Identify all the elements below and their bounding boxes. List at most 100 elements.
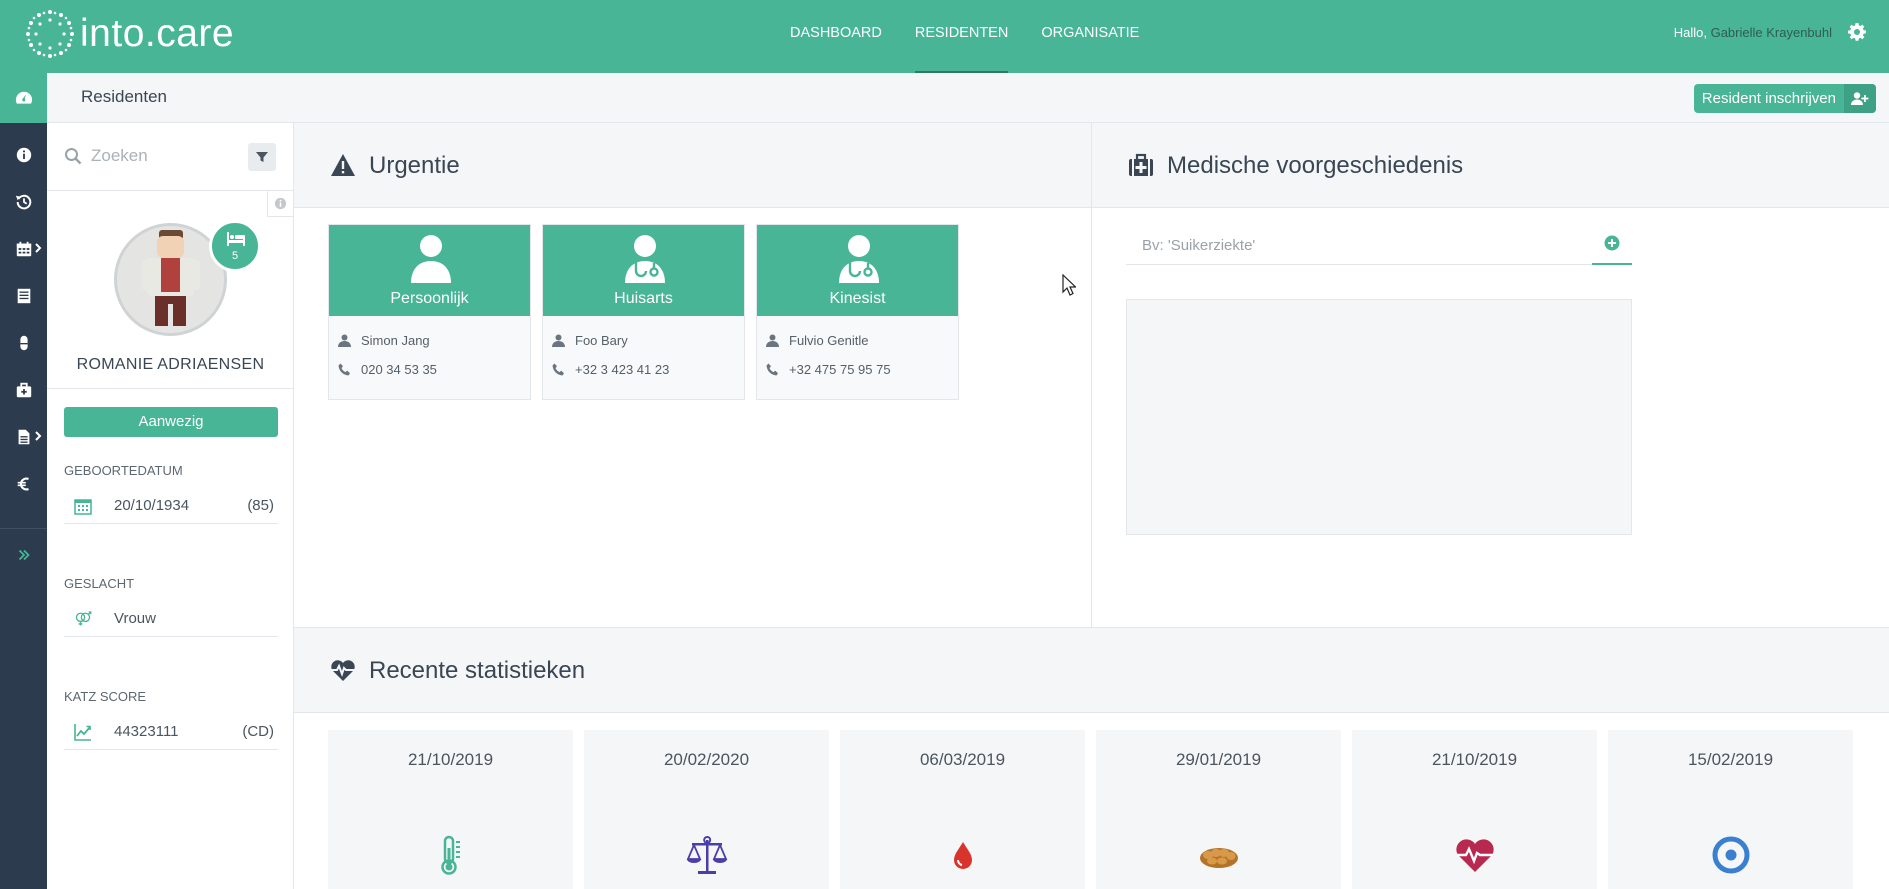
recent-stats-panel: Recente statistieken 21/10/2019 20/02/20… [294, 628, 1889, 889]
stat-date: 21/10/2019 [407, 750, 494, 769]
gender-icon [75, 611, 92, 626]
stat-date: 06/03/2019 [919, 750, 1006, 769]
stat-date: 21/10/2019 [1431, 750, 1518, 769]
stat-card-heart[interactable]: 21/10/2019 [1352, 730, 1597, 889]
warning-icon [331, 154, 355, 176]
rail-calendar[interactable] [0, 229, 47, 269]
stat-date: 29/01/2019 [1175, 750, 1262, 769]
dashboard-icon [15, 91, 32, 104]
katz-row: 44323111 (CD) [64, 714, 278, 750]
gender-value: Vrouw [114, 610, 156, 627]
gender-row: Vrouw [64, 601, 278, 637]
rail-dashboard[interactable] [0, 73, 47, 123]
info-tab[interactable] [267, 191, 294, 217]
scale-icon [686, 836, 728, 874]
search-input[interactable]: Zoeken [91, 146, 148, 166]
rail-medkit[interactable] [0, 370, 47, 410]
expand-icon [18, 549, 30, 561]
thermometer-icon [441, 835, 460, 875]
age-value: (85) [247, 497, 274, 514]
medical-history-input[interactable]: Bv: 'Suikerziekte' [1126, 223, 1632, 265]
nav-organisatie[interactable]: ORGANISATIE [1041, 0, 1139, 73]
contact-card-personal[interactable]: Persoonlijk Simon Jang 020 34 53 35 [328, 224, 531, 400]
stat-date: 20/02/2020 [663, 750, 750, 769]
contact-name: Foo Bary [575, 333, 628, 348]
phone-icon [552, 363, 564, 376]
info-icon [274, 197, 287, 210]
greeting-label: Hallo, [1673, 25, 1707, 40]
phone-icon [338, 363, 350, 376]
main-nav: DASHBOARD RESIDENTEN ORGANISATIE [790, 0, 1172, 73]
rail-list[interactable] [0, 276, 47, 316]
medkit-icon [16, 382, 31, 398]
chevron-right-icon [35, 243, 42, 253]
rail-euro[interactable] [0, 464, 47, 504]
stat-card-target[interactable]: 15/02/2019 [1608, 730, 1853, 889]
top-navbar: into.care DASHBOARD RESIDENTEN ORGANISAT… [0, 0, 1889, 73]
contact-card-physio[interactable]: Kinesist Fulvio Genitle +32 475 75 95 75 [756, 224, 959, 400]
medical-history-title: Medische voorgeschiedenis [1167, 152, 1464, 179]
rail-expand[interactable] [0, 535, 47, 575]
rail-history[interactable] [0, 182, 47, 222]
phone-icon [766, 363, 778, 376]
stat-card-bread[interactable]: 29/01/2019 [1096, 730, 1341, 889]
logo-mark-icon [26, 10, 74, 58]
doctor-icon [839, 235, 879, 283]
contact-type: Persoonlijk [390, 290, 469, 307]
status-button[interactable]: Aanwezig [64, 407, 278, 437]
contact-phone[interactable]: 020 34 53 35 [361, 362, 437, 377]
contact-name: Fulvio Genitle [789, 333, 869, 348]
gear-icon[interactable] [1847, 22, 1867, 42]
filter-button[interactable] [248, 143, 276, 171]
divider [47, 388, 294, 389]
stat-card-blood[interactable]: 06/03/2019 [840, 730, 1085, 889]
logo-text: into.care [80, 12, 235, 55]
user-icon [552, 334, 565, 347]
chart-line-icon [74, 724, 91, 741]
medical-history-list [1126, 299, 1632, 535]
katz-value: 44323111 [114, 723, 179, 740]
rail-info[interactable] [0, 135, 47, 175]
heartbeat-icon [331, 660, 355, 681]
contact-phone-line: +32 475 75 95 75 [766, 362, 891, 377]
heartbeat-icon [1456, 839, 1494, 872]
logo[interactable]: into.care [24, 4, 234, 64]
rail-document[interactable] [0, 417, 47, 457]
add-history-button[interactable] [1592, 223, 1632, 265]
contact-phone[interactable]: +32 475 75 95 75 [789, 362, 891, 377]
contact-name-line: Simon Jang [338, 333, 430, 348]
left-rail [0, 73, 47, 889]
list-icon [17, 288, 30, 304]
contact-phone[interactable]: +32 3 423 41 23 [575, 362, 669, 377]
urgency-title: Urgentie [369, 152, 460, 179]
contact-card-gp[interactable]: Huisarts Foo Bary +32 3 423 41 23 [542, 224, 745, 400]
contact-name: Simon Jang [361, 333, 430, 348]
stat-card-temperature[interactable]: 21/10/2019 [328, 730, 573, 889]
user-icon [338, 334, 351, 347]
page-title: Residenten [81, 87, 168, 106]
document-icon [18, 429, 29, 445]
sub-header: Residenten Resident inschrijven [47, 73, 1889, 123]
search-bar: Zoeken [47, 123, 294, 191]
calendar-icon [74, 499, 92, 515]
nav-residenten[interactable]: RESIDENTEN [914, 0, 1009, 73]
calendar-icon [16, 241, 31, 257]
stat-card-weight[interactable]: 20/02/2020 [584, 730, 829, 889]
urgency-header: Urgentie [294, 123, 1091, 208]
plus-circle-icon [1604, 235, 1620, 251]
enroll-resident-label: Resident inschrijven [1701, 90, 1836, 107]
resident-name: ROMANIE ADRIAENSEN [76, 356, 265, 373]
euro-icon [17, 477, 29, 491]
search-icon [65, 148, 82, 165]
contact-phone-line: 020 34 53 35 [338, 362, 437, 377]
rail-divider [0, 528, 47, 529]
gender-label: GESLACHT [64, 576, 135, 591]
blood-drop-icon [954, 842, 972, 869]
filter-icon [256, 152, 268, 162]
rail-pill[interactable] [0, 323, 47, 363]
user-name[interactable]: Gabrielle Krayenbuhl [1711, 25, 1832, 40]
katz-label: KATZ SCORE [64, 689, 147, 704]
enroll-resident-button[interactable]: Resident inschrijven [1693, 84, 1876, 113]
avatar-figure-icon [117, 226, 224, 333]
nav-dashboard[interactable]: DASHBOARD [790, 0, 882, 73]
